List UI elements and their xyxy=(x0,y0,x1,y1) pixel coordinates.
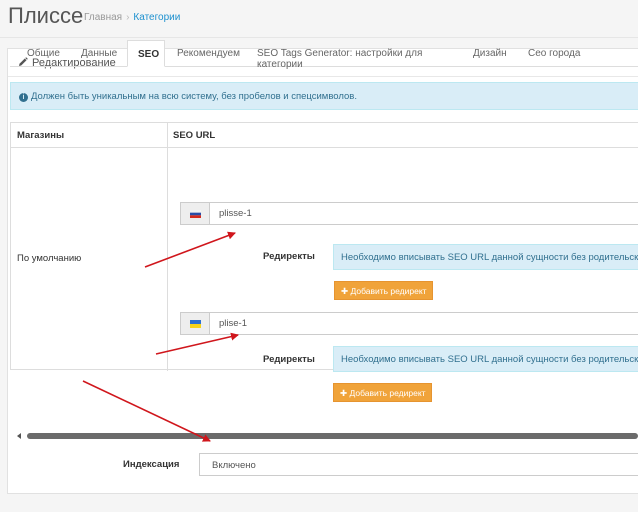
tab-design[interactable]: Дизайн xyxy=(466,40,514,67)
add-redirect-button-ru[interactable]: ✚ Добавить редирект xyxy=(334,281,433,300)
tab-seo[interactable]: SEO xyxy=(127,40,165,67)
table-header-row: Магазины SEO URL xyxy=(11,123,638,148)
breadcrumb-home[interactable]: Главная xyxy=(84,12,122,23)
russia-flag-icon xyxy=(190,210,201,218)
seo-url-input-ua[interactable]: plise-1 xyxy=(180,312,638,335)
add-redirect-label-ru: Добавить редирект xyxy=(350,286,427,296)
info-icon: i xyxy=(19,93,28,102)
tab-bar: Общие Данные SEO Рекомендуем SEO Tags Ge… xyxy=(10,40,638,70)
indexing-value: Включено xyxy=(212,460,256,471)
scroll-left-icon[interactable] xyxy=(17,433,21,439)
column-header-seo-url: SEO URL xyxy=(173,130,216,141)
tab-recommend[interactable]: Рекомендуем xyxy=(169,40,247,67)
language-addon-ua xyxy=(181,313,210,334)
breadcrumb-separator: › xyxy=(126,12,130,23)
seo-url-value-ru: plisse-1 xyxy=(219,208,252,219)
indexing-select[interactable]: Включено xyxy=(199,453,638,476)
info-alert: i Должен быть уникальным на всю систему, … xyxy=(10,82,638,110)
info-alert-text: Должен быть уникальным на всю систему, б… xyxy=(31,91,357,102)
horizontal-scrollbar[interactable] xyxy=(17,432,638,440)
tab-general[interactable]: Общие xyxy=(18,40,68,67)
add-redirect-button-ua[interactable]: ✚ Добавить редирект xyxy=(333,383,432,402)
breadcrumb: Главная › Категории xyxy=(84,12,180,23)
page-header: Плиссе Главная › Категории xyxy=(0,0,638,38)
seo-url-input-ru[interactable]: plisse-1 xyxy=(180,202,638,225)
tab-data[interactable]: Данные xyxy=(72,40,128,67)
redirects-note-ru: Необходимо вписывать SEO URL данной сущн… xyxy=(333,244,638,270)
redirects-label-ua: Редиректы xyxy=(263,354,315,365)
scrollbar-thumb[interactable] xyxy=(27,433,638,439)
column-divider xyxy=(167,123,168,371)
tab-seo-cities[interactable]: Сео города xyxy=(521,40,591,67)
breadcrumb-categories[interactable]: Категории xyxy=(133,12,180,23)
language-addon-ru xyxy=(181,203,210,224)
add-redirect-label-ua: Добавить редирект xyxy=(349,388,426,398)
ukraine-flag-icon xyxy=(190,320,201,328)
redirects-note-ua: Необходимо вписывать SEO URL данной сущн… xyxy=(333,346,638,372)
tab-seo-tags-generator[interactable]: SEO Tags Generator: настройки для катего… xyxy=(250,40,460,70)
store-name: По умолчанию xyxy=(17,253,82,264)
indexing-label: Индексация xyxy=(123,459,180,470)
redirects-label-ru: Редиректы xyxy=(263,251,315,262)
column-header-stores: Магазины xyxy=(17,130,65,141)
page-title: Плиссе xyxy=(8,3,84,28)
seo-url-value-ua: plise-1 xyxy=(219,318,247,329)
seo-url-table: Магазины SEO URL По умолчанию plisse-1 Р… xyxy=(10,122,638,372)
